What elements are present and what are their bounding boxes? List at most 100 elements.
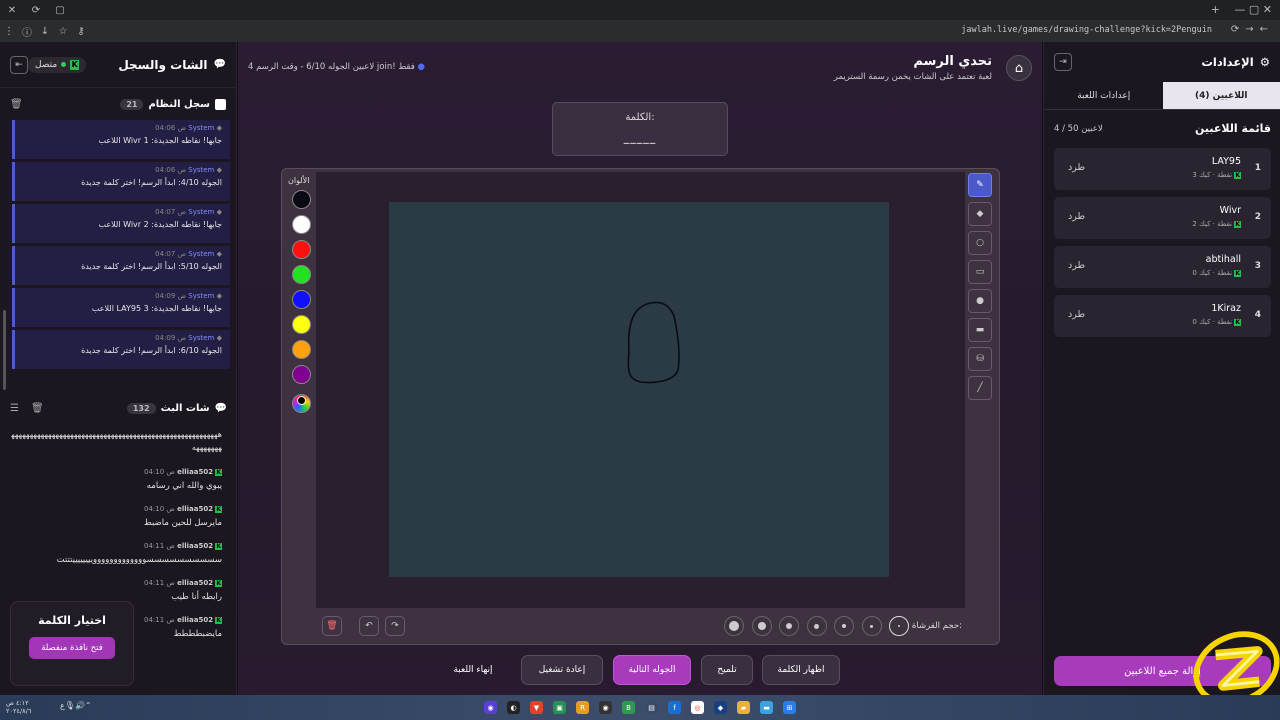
kick-player-button[interactable]: طرد — [1068, 260, 1085, 271]
filled-rectangle-tool-icon[interactable]: ▬ — [968, 318, 992, 342]
brush-size-option[interactable] — [779, 616, 799, 636]
new-tab-icon[interactable]: + — [1211, 3, 1220, 16]
restart-button[interactable]: إعادة تشغيل — [521, 655, 603, 685]
clear-canvas-icon[interactable]: 🗑 — [322, 616, 342, 636]
stream-chat-title: 132 شات البث 💬 — [126, 402, 227, 414]
trash-icon[interactable]: 🗑 — [10, 99, 23, 110]
player-name: Wivr — [1219, 205, 1241, 216]
brush-size-option[interactable] — [724, 616, 744, 636]
open-window-button[interactable]: فتح نافذة منفصلة — [29, 637, 115, 659]
brush-size-option[interactable] — [861, 616, 882, 636]
chrome-icon[interactable]: ◎ — [691, 701, 704, 714]
line-tool-icon[interactable]: ╱ — [968, 376, 992, 400]
players-header: 4 / 50 لاعبين قائمة اللاعبين — [1054, 122, 1271, 135]
kick-player-button[interactable]: طرد — [1068, 211, 1085, 222]
drawing-canvas[interactable] — [389, 202, 889, 577]
trash-icon[interactable]: 🗑 — [31, 403, 44, 414]
fill-bucket-tool-icon[interactable]: ⛁ — [968, 347, 992, 371]
tab-game-settings[interactable]: إعدادات اللعبة — [1045, 82, 1163, 110]
filter-icon[interactable]: ☰ — [10, 403, 19, 414]
log-time: 04:07 ص — [155, 250, 187, 258]
app-icon[interactable]: R — [576, 701, 589, 714]
collapse-panel-icon[interactable]: ⇥ — [1054, 53, 1072, 71]
kick-icon: K — [215, 580, 222, 587]
filled-circle-tool-icon[interactable]: ● — [968, 289, 992, 313]
star-icon[interactable]: ☆ — [54, 26, 72, 37]
player-name: 1Kiraz — [1211, 303, 1241, 314]
next-round-button[interactable]: الجوله التالية — [613, 655, 691, 685]
tab-players[interactable]: اللاعبين (4) — [1162, 82, 1280, 110]
close-window-icon[interactable]: ✕ — [0, 5, 24, 16]
brush-size-option[interactable] — [751, 616, 772, 636]
app-icon[interactable]: ▤ — [645, 701, 658, 714]
kick-icon: K — [215, 543, 222, 550]
chat-meta: 04:10 ص elliaa502 K — [10, 505, 222, 513]
eraser-tool-icon[interactable]: ◆ — [968, 202, 992, 226]
tab-icon[interactable]: ▢ — [48, 5, 72, 16]
custom-color-swatch[interactable] — [292, 394, 311, 413]
chat-icon: 💬 — [213, 59, 226, 70]
brush-size-option[interactable] — [834, 616, 854, 636]
obs-icon[interactable]: ◐ — [507, 701, 520, 714]
system-tray[interactable]: ع🎙🔊⌃ — [60, 701, 92, 710]
rectangle-tool-icon[interactable]: ▭ — [968, 260, 992, 284]
home-button[interactable]: ⌂ — [1006, 55, 1032, 81]
end-game-button[interactable]: إنهاء اللعبة — [438, 655, 508, 685]
players-count: 4 / 50 لاعبين — [1054, 123, 1103, 134]
chat-username[interactable]: elliaa502 — [177, 616, 213, 624]
color-swatch[interactable] — [292, 215, 311, 234]
info-icon[interactable]: ⓘ — [18, 24, 36, 39]
app-icon[interactable]: ▣ — [553, 701, 566, 714]
app-icon[interactable]: B — [622, 701, 635, 714]
pen-tool-icon[interactable]: ✎ — [968, 173, 992, 197]
chat-message: 04:10 ص elliaa502 K يبوي والله اني رسامه — [10, 468, 226, 491]
scrollbar[interactable] — [3, 310, 6, 390]
player-rank: 1 — [1254, 163, 1261, 173]
folder-icon[interactable]: ▰ — [737, 701, 750, 714]
undo-icon[interactable]: ↶ — [359, 616, 379, 636]
player-platform: كيك — [1199, 318, 1211, 326]
app-icon[interactable]: ◉ — [484, 701, 497, 714]
app-icon[interactable]: ◆ — [714, 701, 727, 714]
color-swatch[interactable] — [292, 315, 311, 334]
app-icon[interactable]: ◉ — [599, 701, 612, 714]
chat-username[interactable]: elliaa502 — [177, 542, 213, 550]
hint-button[interactable]: تلميح — [701, 655, 753, 685]
player-platform: كيك — [1199, 220, 1211, 228]
redo-icon[interactable]: ↷ — [385, 616, 405, 636]
reload-icon[interactable]: ⟳ — [24, 5, 48, 16]
kick-player-button[interactable]: طرد — [1068, 162, 1085, 173]
game-subtitle: لعبة تعتمد على الشات يخمن رسمة الستريمر — [833, 72, 992, 82]
download-icon[interactable]: ↓ — [36, 26, 54, 37]
chat-username[interactable]: elliaa502 — [177, 505, 213, 513]
app-icon[interactable]: ▬ — [760, 701, 773, 714]
chat-username[interactable]: elliaa502 — [177, 468, 213, 476]
chat-meta: 04:11 ص elliaa502 K — [10, 579, 222, 587]
color-swatch[interactable] — [292, 240, 311, 259]
window-controls[interactable]: — ▢ ✕ — [1234, 3, 1272, 16]
brush-size-option[interactable] — [806, 616, 827, 636]
player-meta: 3 نقطة · كيك K — [1192, 171, 1241, 179]
circle-tool-icon[interactable]: ○ — [968, 231, 992, 255]
color-swatch[interactable] — [292, 190, 311, 209]
kick-player-button[interactable]: طرد — [1068, 309, 1085, 320]
windows-start-icon[interactable]: ⊞ — [783, 701, 796, 714]
key-icon[interactable]: ⚷ — [72, 26, 90, 37]
game-info: 4 لاعبين الجوله 6/10 - وقت الرسم join! ف… — [248, 62, 425, 72]
log-meta: 04:06 ص System ◆ — [15, 124, 222, 132]
brush-size-option[interactable] — [889, 616, 909, 636]
brave-icon[interactable]: ▼ — [530, 701, 543, 714]
color-swatch[interactable] — [292, 340, 311, 359]
nav-buttons[interactable]: ⟳→← — [1231, 24, 1274, 35]
color-swatch[interactable] — [292, 290, 311, 309]
reveal-word-button[interactable]: اظهار الكلمة — [762, 655, 840, 685]
color-swatch[interactable] — [292, 265, 311, 284]
url-field[interactable]: jawlah.live/games/drawing-challenge?kick… — [961, 25, 1212, 35]
facebook-icon[interactable]: f — [668, 701, 681, 714]
system-log-item: 04:06 ص System ◆ الجوله 4/10: ابدأ الرسم!… — [12, 162, 230, 201]
color-swatch[interactable] — [292, 365, 311, 384]
chat-username[interactable]: elliaa502 — [177, 579, 213, 587]
collapse-panel-icon[interactable]: ⇤ — [10, 55, 28, 74]
stream-chat-title-text: شات البث — [160, 402, 210, 414]
menu-icon[interactable]: ⋮ — [0, 26, 18, 37]
